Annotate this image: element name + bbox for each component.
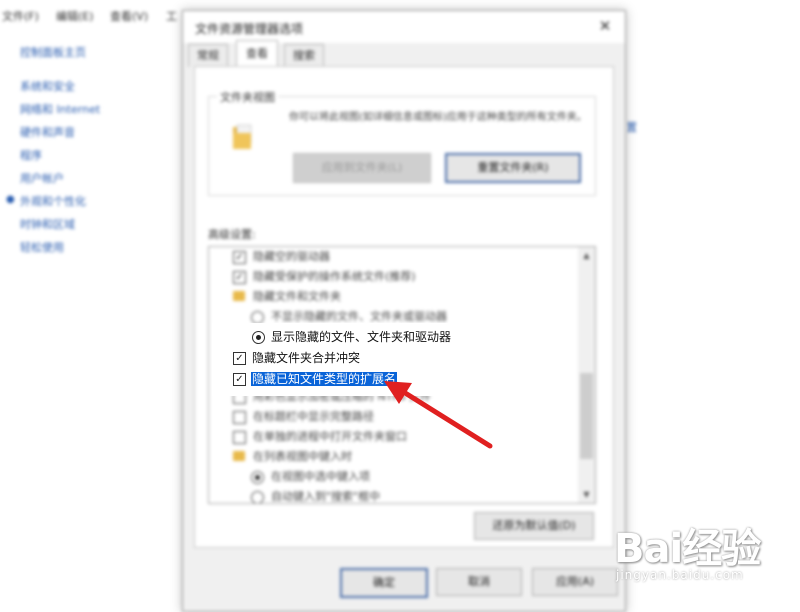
list-item-label: 隐藏已知文件类型的扩展名 [251, 369, 398, 389]
control-panel-sidebar: 控制面板主页 系统和安全 网络和 Internet 硬件和声音 程序 用户帐户 … [0, 30, 180, 600]
checkbox-icon[interactable]: ✓ [233, 271, 246, 284]
cancel-button[interactable]: 取消 [436, 568, 522, 596]
scroll-up-icon[interactable]: ▲ [578, 247, 595, 264]
list-item-label: 显示隐藏的文件、文件夹和驱动器 [271, 330, 452, 344]
menu-tools[interactable]: 工 [166, 8, 177, 24]
checkbox-icon[interactable]: ✓ [233, 352, 246, 365]
apply-to-folders-button[interactable]: 应用到文件夹(L) [293, 153, 431, 183]
sidebar-item-user-accounts[interactable]: 用户帐户 [20, 170, 64, 186]
apply-button[interactable]: 应用(A) [532, 568, 618, 596]
sidebar-item-system-security[interactable]: 系统和安全 [20, 78, 75, 94]
sidebar-item-clock-region[interactable]: 时钟和区域 [20, 216, 75, 232]
sidebar-item-network[interactable]: 网络和 Internet [20, 101, 100, 117]
folder-views-group-title: 文件夹视图 [217, 89, 278, 105]
ok-button[interactable]: 确定 [340, 568, 428, 598]
dialog-title: 文件资源管理器选项 [195, 22, 304, 36]
scroll-thumb[interactable] [580, 373, 593, 459]
list-item-label: 在标题栏中显示完整路径 [253, 410, 374, 423]
checkbox-icon[interactable]: ✓ [233, 251, 246, 264]
menu-view[interactable]: 查看(V) [110, 8, 148, 24]
focus-highlight-area: 显示隐藏的文件、文件夹和驱动器 ✓ 隐藏文件夹合并冲突 ✓ 隐藏已知文件类型的扩… [212, 323, 452, 396]
tab-view[interactable]: 查看 [236, 40, 278, 68]
selected-item-label: 隐藏已知文件类型的扩展名 [251, 372, 398, 386]
tab-search[interactable]: 搜索 [284, 44, 324, 67]
list-item-label: 在视图中选中键入项 [271, 470, 370, 483]
close-icon[interactable]: ✕ [593, 15, 617, 37]
list-item-label: 自动键入到"搜索"框中 [271, 490, 381, 503]
folder-views-group: 文件夹视图 你可以将此视图(如详细信息或图标)应用于这种类型的所有文件夹。 应用… [208, 89, 596, 196]
folder-icon [233, 451, 245, 461]
list-scrollbar[interactable]: ▲ ▼ [578, 247, 595, 503]
radio-icon[interactable] [251, 491, 264, 503]
menu-edit[interactable]: 编辑(E) [56, 8, 94, 24]
checkbox-icon[interactable] [233, 411, 246, 424]
radio-icon[interactable] [251, 471, 264, 484]
sidebar-item-ease-of-access[interactable]: 轻松使用 [20, 239, 64, 255]
list-item-label: 隐藏空的驱动器 [253, 250, 330, 263]
folder-views-description: 你可以将此视图(如详细信息或图标)应用于这种类型的所有文件夹。 [289, 112, 587, 123]
folder-icon [233, 291, 245, 301]
watermark-url: jingyan.baidu.com [616, 568, 744, 582]
background-link[interactable]: 置 [626, 119, 637, 135]
menu-file[interactable]: 文件(F) [2, 8, 39, 24]
scroll-down-icon[interactable]: ▼ [578, 486, 595, 503]
sidebar-item-programs[interactable]: 程序 [20, 147, 42, 163]
list-item-label: 隐藏文件夹合并冲突 [252, 351, 361, 365]
advanced-settings-label: 高级设置: [208, 228, 256, 241]
list-item-label: 隐藏受保护的操作系统文件(推荐) [253, 270, 416, 283]
baidu-jingyan-watermark: Bai经验 jingyan.baidu.com [614, 516, 800, 600]
checkbox-icon[interactable]: ✓ [233, 373, 246, 386]
list-item-label: 在列表视图中键入时 [253, 450, 352, 463]
checkbox-icon[interactable] [233, 431, 246, 444]
restore-defaults-button[interactable]: 还原为默认值(D) [474, 512, 594, 540]
dialog-titlebar[interactable]: 文件资源管理器选项 ✕ [183, 11, 625, 43]
tab-general[interactable]: 常规 [188, 44, 228, 67]
reset-folders-button[interactable]: 重置文件夹(R) [445, 153, 581, 183]
current-item-bullet-icon: ● [6, 194, 15, 205]
sidebar-home-link[interactable]: 控制面板主页 [20, 44, 86, 60]
list-item-label: 在单独的进程中打开文件夹窗口 [253, 430, 407, 443]
watermark-logo: Bai经验 [614, 526, 761, 572]
sidebar-item-hardware[interactable]: 硬件和声音 [20, 124, 75, 140]
radio-icon[interactable] [252, 331, 265, 344]
list-item-label: 隐藏文件和文件夹 [253, 290, 341, 303]
folder-views-icon [233, 124, 252, 149]
sidebar-item-appearance[interactable]: 外观和个性化 [20, 193, 86, 209]
